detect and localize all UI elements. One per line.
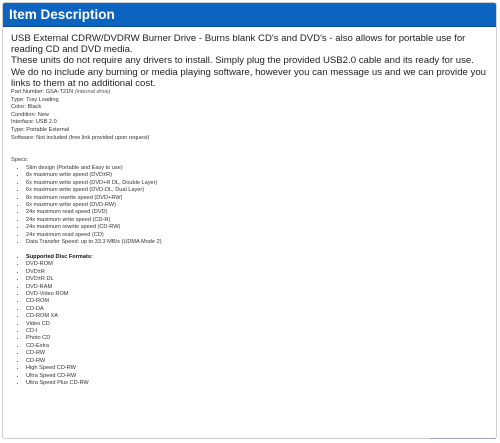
panel-title: Item Description: [3, 3, 496, 27]
list-item: Ultra Speed CD-RW: [26, 373, 488, 380]
list-item: 8x maximum rewrite speed (DVD+RW): [26, 195, 488, 202]
item-description-panel: Item Description USB External CDRW/DVDRW…: [2, 2, 497, 439]
list-item: Data Transfer Speed: up to 33.3 MB/s (UD…: [26, 239, 488, 246]
list-item: DVD-RAM: [26, 284, 488, 291]
intro-line-2: These units do not require any drivers t…: [11, 55, 474, 67]
list-item: DVD-ROM: [26, 261, 488, 268]
list-item: 6x maximum write speed (DVD-DL, Dual Lay…: [26, 187, 488, 194]
list-item: CD-RW: [26, 350, 488, 357]
list-item: 24x maximum write speed (CD-R): [26, 217, 488, 224]
list-item: CD-I: [26, 328, 488, 335]
list-item: CD-ROM XA: [26, 313, 488, 320]
type-portable: Type: Portable External: [11, 126, 70, 133]
list-item: 24x maximum rewrite speed (CD-RW): [26, 224, 488, 231]
part-number-text: Part Number: GSA-T21N: [11, 89, 74, 96]
features-list: Slim design (Portable and Easy to use) 8…: [11, 165, 488, 246]
list-item: 8x maximum write speed (DVD±R): [26, 172, 488, 179]
part-number-note: (internal drive): [74, 89, 111, 96]
formats-title: Supported Disc Formats:: [26, 254, 488, 261]
list-item: High Speed CD-RW: [26, 365, 488, 372]
intro-line-3: We do no include any burning or media pl…: [11, 66, 486, 89]
list-item: 24x maximum read speed (DVD): [26, 209, 488, 216]
list-item: CD-RW: [26, 358, 488, 365]
spec-details: Part Number: GSA-T21N (internal drive) T…: [11, 89, 488, 165]
specs-heading: Specs:: [11, 157, 29, 164]
software: Software: Not included (free link provid…: [11, 134, 150, 141]
color: Color: Black: [11, 104, 42, 111]
list-item: Slim design (Portable and Easy to use): [26, 165, 488, 172]
footer-divider: [430, 438, 496, 439]
list-item: Photo CD: [26, 335, 488, 342]
list-item: DVD±R DL: [26, 276, 488, 283]
condition: Condition: New: [11, 111, 49, 118]
list-item: CD-DA: [26, 306, 488, 313]
intro-line-1: USB External CDRW/DVDRW Burner Drive - B…: [11, 33, 466, 56]
list-item: DVD±R: [26, 269, 488, 276]
list-item: CD-ROM: [26, 298, 488, 305]
intro-paragraph: USB External CDRW/DVDRW Burner Drive - B…: [11, 33, 488, 89]
list-item: DVD-Video ROM: [26, 291, 488, 298]
type-tray: Type: Tray Loading: [11, 96, 59, 103]
interface: Interface: USB 2.0: [11, 119, 57, 126]
description-body: USB External CDRW/DVDRW Burner Drive - B…: [3, 27, 496, 387]
list-item: CD-Extra: [26, 343, 488, 350]
list-item: 6x maximum write speed (DVD+R DL, Double…: [26, 180, 488, 187]
list-item: 6x maximum write speed (DVD-RW): [26, 202, 488, 209]
list-item: 24x maximum read speed (CD): [26, 232, 488, 239]
formats-list: Supported Disc Formats: DVD-ROM DVD±R DV…: [11, 254, 488, 387]
part-number: Part Number: GSA-T21N (internal drive): [11, 89, 488, 97]
list-item: Video CD: [26, 321, 488, 328]
list-item: Ultra Speed Plus CD-RW: [26, 380, 488, 387]
